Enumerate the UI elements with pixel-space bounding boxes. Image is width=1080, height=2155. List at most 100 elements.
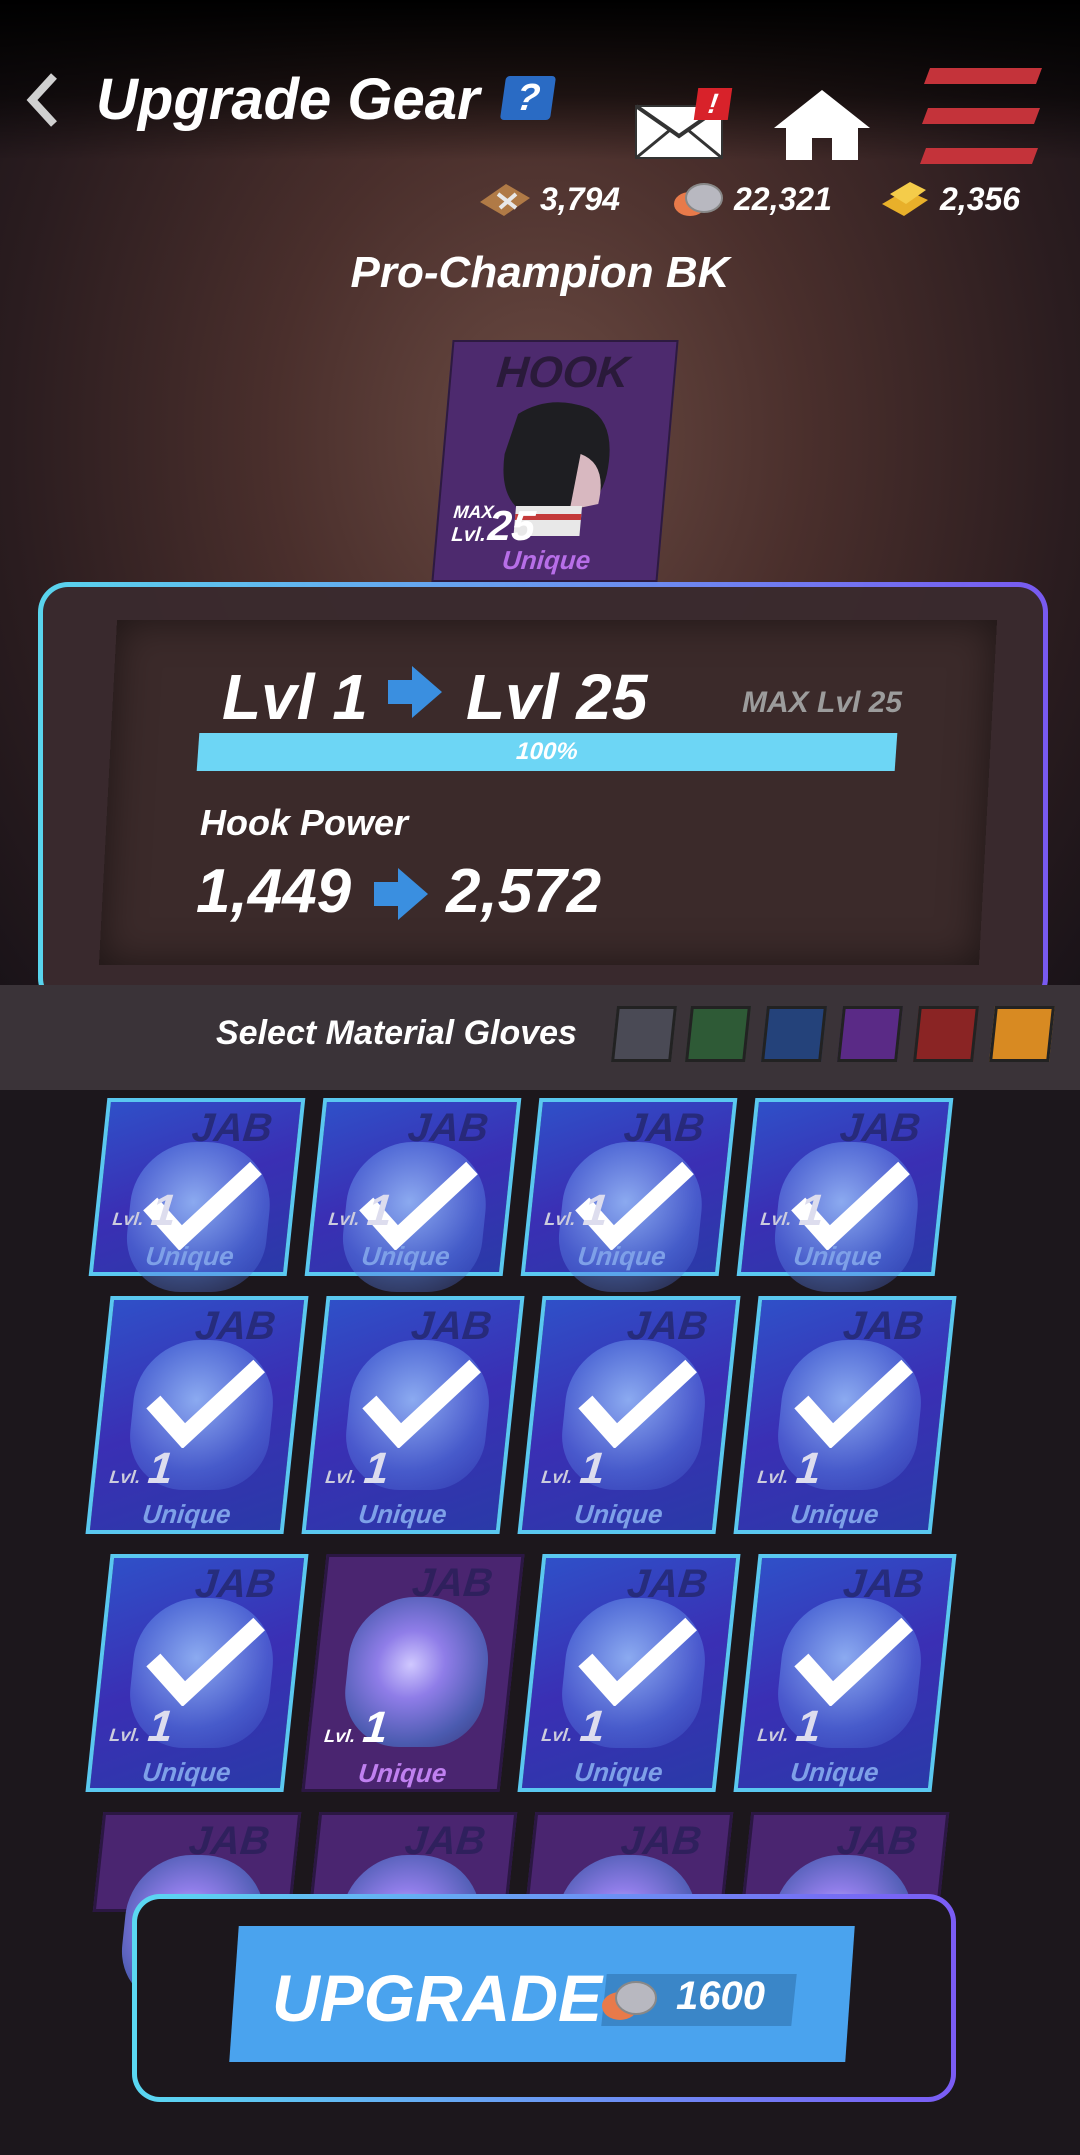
glove-rarity: Unique: [572, 1499, 665, 1529]
checkmark-icon: [794, 1617, 913, 1706]
rarity-filter-swatch[interactable]: [611, 1006, 677, 1062]
help-button[interactable]: ?: [499, 76, 557, 120]
current-level: Lvl 1: [222, 661, 368, 733]
level-prefix: Lvl.: [756, 1725, 790, 1745]
rarity-filter-swatch[interactable]: [913, 1006, 979, 1062]
glove-rarity: Unique: [788, 1499, 881, 1529]
level-prefix: Lvl.: [108, 1725, 142, 1745]
checkmark-icon: [578, 1359, 697, 1448]
glove-type-label: JAB: [621, 1106, 707, 1150]
glove-type-label: JAB: [189, 1106, 275, 1150]
rarity-filter-swatch[interactable]: [761, 1006, 827, 1062]
rarity-filter-swatch[interactable]: [685, 1006, 751, 1062]
glove-rarity: Unique: [572, 1757, 665, 1787]
glove-type-label: JAB: [841, 1562, 926, 1606]
material-glove-card[interactable]: JAB Lvl. 1 Unique: [736, 1098, 954, 1292]
glove-level: 1: [361, 1444, 392, 1493]
gear-card[interactable]: HOOK MAX Lvl. 25 Unique: [431, 340, 679, 582]
level-prefix: Lvl.: [540, 1725, 574, 1745]
currency-gold: 2,356: [876, 180, 1020, 218]
level-prefix: Lvl.: [756, 1467, 790, 1487]
checkmark-icon: [794, 1359, 913, 1448]
material-glove-card[interactable]: JAB Lvl. 1 Unique: [517, 1296, 741, 1534]
stat-current: 1,449: [196, 857, 352, 926]
glove-type-label: JAB: [834, 1819, 920, 1863]
glove-rarity: Unique: [356, 1758, 449, 1788]
gear-type-label: HOOK: [494, 348, 631, 397]
glove-type-label: JAB: [625, 1304, 710, 1348]
back-arrow-icon[interactable]: [22, 70, 62, 130]
currency-value: 2,356: [940, 180, 1021, 217]
glove-rarity: Unique: [140, 1757, 233, 1787]
glove-type-label: JAB: [837, 1106, 923, 1150]
level-prefix: Lvl.: [323, 1726, 357, 1746]
glove-type-label: JAB: [618, 1819, 704, 1863]
glove-type-label: JAB: [193, 1304, 278, 1348]
target-level: Lvl 25: [466, 661, 648, 733]
material-glove-card[interactable]: JAB Lvl. 1 Unique: [517, 1554, 741, 1792]
material-glove-card[interactable]: JAB Lvl. 1 Unique: [733, 1296, 957, 1534]
champion-name: Pro-Champion BK: [350, 248, 730, 297]
glove-rarity: Unique: [356, 1499, 449, 1529]
page-title: Upgrade Gear: [96, 67, 480, 132]
material-glove-card[interactable]: JAB Lvl. 1 Unique: [733, 1554, 957, 1792]
glove-type-label: JAB: [625, 1562, 710, 1606]
material-glove-card[interactable]: JAB Lvl. 1 Unique: [304, 1098, 522, 1292]
checkmark-icon: [146, 1359, 265, 1448]
glove-type-label: JAB: [410, 1561, 495, 1605]
gold-bar-icon: [882, 182, 928, 216]
glove-type-label: JAB: [409, 1304, 494, 1348]
glove-level: 1: [360, 1703, 391, 1752]
mail-alert-badge: !: [693, 88, 733, 120]
glove-rarity: Unique: [140, 1499, 233, 1529]
currency-value: 3,794: [540, 180, 621, 217]
level-prefix: Lvl.: [759, 1209, 793, 1229]
home-icon[interactable]: [770, 86, 874, 162]
glove-rarity: Unique: [144, 1241, 236, 1271]
checkmark-icon: [146, 1617, 265, 1706]
glove-type-label: JAB: [186, 1819, 272, 1863]
glove-rarity: Unique: [576, 1241, 668, 1271]
glove-level: 1: [145, 1444, 176, 1493]
material-glove-card[interactable]: JAB Lvl. 1 Unique: [301, 1296, 525, 1534]
glove-level: 1: [145, 1702, 176, 1751]
material-glove-card[interactable]: JAB Lvl. 1 Unique: [85, 1554, 309, 1792]
gear-level: 25: [486, 502, 538, 549]
gear-rarity: Unique: [500, 545, 592, 575]
material-glove-card[interactable]: JAB Lvl. 1 Unique: [85, 1296, 309, 1534]
stat-new: 2,572: [446, 857, 602, 926]
material-glove-card[interactable]: JAB Lvl. 1 Unique: [88, 1098, 306, 1292]
rarity-filter-swatch[interactable]: [837, 1006, 903, 1062]
menu-icon[interactable]: [920, 68, 1042, 166]
glove-rarity: Unique: [360, 1241, 452, 1271]
glove-type-label: JAB: [402, 1819, 488, 1863]
coin-icon: [602, 1981, 657, 2020]
glove-rarity: Unique: [788, 1757, 881, 1787]
progress-label: 100%: [515, 738, 579, 765]
level-prefix: Lvl.: [543, 1209, 577, 1229]
level-prefix: Lvl.: [540, 1467, 574, 1487]
stat-name: Hook Power: [200, 802, 409, 843]
checkmark-icon: [362, 1359, 481, 1448]
mail-button[interactable]: !: [632, 88, 733, 165]
currency-coins: 22,321: [670, 180, 832, 218]
material-glove-card[interactable]: JAB Lvl. 1 Unique: [301, 1554, 525, 1792]
rarity-filter-swatch[interactable]: [989, 1006, 1055, 1062]
material-glove-card[interactable]: JAB Lvl. 1 Unique: [520, 1098, 738, 1292]
material-label: Select Material Gloves: [216, 1014, 577, 1052]
currency-tool-kits: 3,794: [476, 180, 620, 218]
checkmark-icon: [578, 1617, 697, 1706]
glove-type-label: JAB: [841, 1304, 926, 1348]
level-prefix: Lvl.: [450, 524, 487, 546]
glove-level: 1: [793, 1702, 824, 1751]
tool-kit-icon: [480, 184, 530, 216]
glove-rarity: Unique: [792, 1241, 884, 1271]
coin-icon: [674, 183, 723, 216]
arrow-right-icon: [374, 868, 428, 920]
upgrade-cost: 1600: [676, 1974, 765, 2018]
glove-level: 1: [577, 1444, 608, 1493]
upgrade-label[interactable]: UPGRADE: [272, 1960, 602, 2036]
level-prefix: Lvl.: [108, 1467, 142, 1487]
level-progress-bar: 100%: [196, 733, 898, 771]
level-prefix: Lvl.: [111, 1209, 145, 1229]
